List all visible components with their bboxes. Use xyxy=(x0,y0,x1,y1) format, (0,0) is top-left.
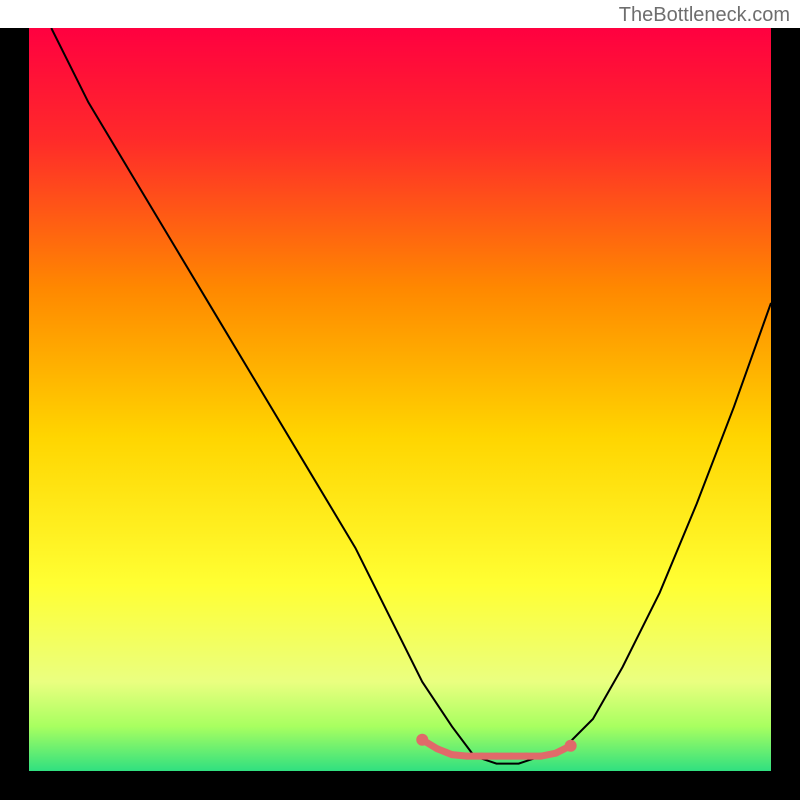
optimal-range-marker xyxy=(448,751,455,758)
optimal-range-marker xyxy=(463,753,470,760)
optimal-range-marker xyxy=(537,753,544,760)
optimal-range-endpoint xyxy=(565,740,577,752)
optimal-range-endpoint xyxy=(416,734,428,746)
optimal-range-marker xyxy=(508,753,515,760)
optimal-range-marker xyxy=(493,753,500,760)
optimal-range-marker xyxy=(478,753,485,760)
optimal-range-marker xyxy=(523,753,530,760)
optimal-range-marker xyxy=(552,750,559,757)
plot-area xyxy=(29,28,771,771)
optimal-range-marker xyxy=(434,745,441,752)
chart-svg xyxy=(29,28,771,771)
gradient-background xyxy=(29,28,771,771)
chart-frame xyxy=(0,28,800,800)
watermark-text: TheBottleneck.com xyxy=(619,4,790,27)
